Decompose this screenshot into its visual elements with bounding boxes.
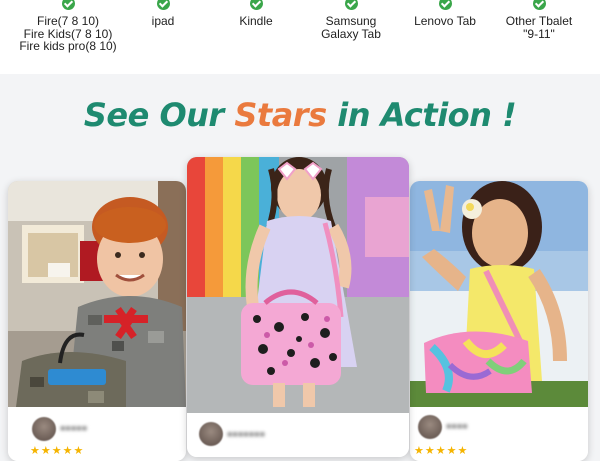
- star-rating-icon: ★★★★★: [30, 445, 85, 457]
- compatibility-strip: Fire(7 8 10) Fire Kids(7 8 10) Fire kids…: [0, 0, 600, 74]
- review-footer-2: ■■■■■■■: [187, 413, 409, 457]
- review-photo-3: [410, 181, 588, 407]
- star-rating-icon: ★★★★★: [414, 445, 469, 457]
- review-card-2[interactable]: ■■■■■■■: [187, 157, 409, 457]
- boy-photo-image: [8, 181, 186, 407]
- headline-part-3: in Action !: [326, 96, 517, 134]
- girl-tiedye-photo-image: [410, 181, 588, 407]
- compat-item-other: Other Tbalet "9-11": [469, 0, 600, 40]
- reviewer-avatar: [418, 415, 442, 439]
- review-footer-3: ■■■■ ★★★★★: [410, 407, 588, 461]
- reviewer-avatar: [199, 422, 223, 446]
- review-footer-1: ■■■■■ ★★★★★: [8, 407, 186, 461]
- check-icon: [249, 0, 263, 10]
- check-icon: [438, 0, 452, 10]
- girl-leopard-photo-image: [187, 157, 409, 413]
- check-icon: [156, 0, 170, 10]
- headline-part-1: See Our: [83, 96, 235, 134]
- review-card-3[interactable]: ■■■■ ★★★★★: [410, 181, 588, 461]
- reviewer-name-blurred: ■■■■: [446, 421, 468, 431]
- review-photo-1: [8, 181, 186, 407]
- section-headline: See Our Stars in Action !: [0, 96, 600, 134]
- check-icon: [344, 0, 358, 10]
- headline-stars: Stars: [234, 96, 327, 134]
- reviewer-name-blurred: ■■■■■■■: [227, 429, 266, 439]
- reviewer-avatar: [32, 417, 56, 441]
- check-icon: [61, 0, 75, 10]
- review-photo-2: [187, 157, 409, 413]
- compat-label-other: Other Tbalet "9-11": [505, 14, 573, 41]
- reviewer-name-blurred: ■■■■■: [60, 423, 88, 433]
- check-icon: [532, 0, 546, 10]
- review-card-1[interactable]: ■■■■■ ★★★★★: [8, 181, 186, 461]
